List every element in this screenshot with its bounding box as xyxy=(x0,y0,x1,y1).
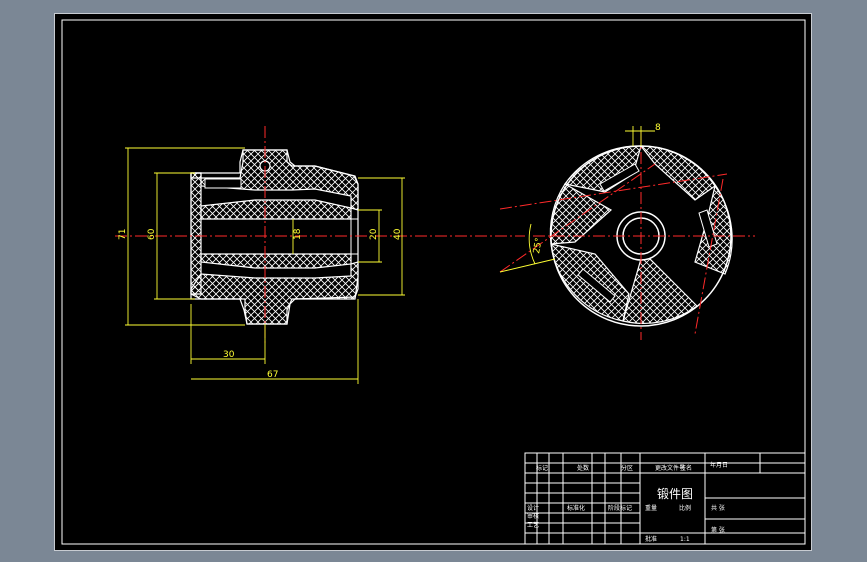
dim-total-length: 67 xyxy=(267,370,278,380)
tb-process: 工艺 xyxy=(527,521,539,529)
dim-left-length: 30 xyxy=(223,350,235,360)
tb-mark: 标记 xyxy=(536,464,548,472)
tb-sheet-no: 第 张 xyxy=(711,526,725,534)
drawing-canvas[interactable]: 71 60 40 20 18 30 67 8 25° 标记 处数 分区 更改文件… xyxy=(55,14,811,550)
tb-ratio: 比例 xyxy=(679,504,691,512)
tb-weight: 重量 xyxy=(645,504,657,512)
dim-bore: 18 xyxy=(293,228,303,240)
tb-stage: 阶段标记 xyxy=(608,504,632,512)
dim-boss-inner: 20 xyxy=(369,228,379,240)
dim-overall-height: 71 xyxy=(118,229,128,240)
tb-count: 处数 xyxy=(577,464,589,472)
cad-window: 71 60 40 20 18 30 67 8 25° 标记 处数 分区 更改文件… xyxy=(0,0,867,562)
tb-review: 审核 xyxy=(527,512,539,520)
tb-sign: 签名 xyxy=(680,464,692,472)
tb-standard: 标准化 xyxy=(567,504,585,512)
dim-boss-outer: 40 xyxy=(393,228,403,240)
drawing-title: 锻件图 xyxy=(657,487,693,501)
dim-angle: 25° xyxy=(532,237,545,254)
tb-scale: 1:1 xyxy=(680,536,690,543)
tb-design: 设计 xyxy=(527,504,539,512)
tb-date: 年月日 xyxy=(710,461,728,469)
front-view-slot xyxy=(204,178,242,189)
dim-inner-height: 60 xyxy=(147,228,157,240)
side-view xyxy=(499,132,755,340)
dim-slot-width: 8 xyxy=(655,123,661,133)
sheet-border xyxy=(61,19,806,545)
tb-zone: 分区 xyxy=(621,464,633,472)
front-view xyxy=(115,126,525,344)
drawing-viewport[interactable]: 71 60 40 20 18 30 67 8 25° 标记 处数 分区 更改文件… xyxy=(54,13,812,551)
tb-sheets-total: 共 张 xyxy=(711,504,725,512)
tb-approve: 批准 xyxy=(645,535,657,543)
